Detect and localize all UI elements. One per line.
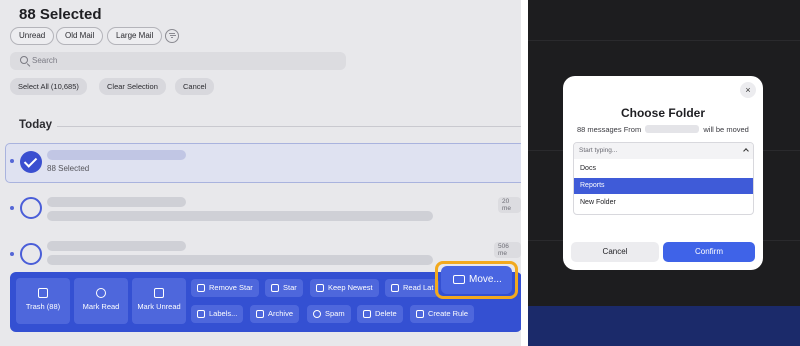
remove-star-button[interactable]: Remove Star (191, 279, 259, 297)
delete-label: Delete (375, 309, 397, 318)
star-label: Star (283, 283, 297, 292)
mark-unread-button[interactable]: Mark Unread (132, 278, 186, 324)
checked-checkbox-icon[interactable] (20, 151, 42, 173)
unread-dot (10, 252, 14, 256)
filter-old-mail[interactable]: Old Mail (56, 27, 104, 45)
clear-selection-button[interactable]: Clear Selection (99, 78, 166, 95)
envelope-icon (154, 288, 164, 298)
tag-icon (197, 310, 205, 318)
section-divider (57, 126, 521, 127)
bookmark-icon (391, 284, 399, 292)
folder-option-docs[interactable]: Docs (574, 161, 753, 177)
background-action-bar (528, 306, 800, 346)
background-divider (528, 40, 800, 41)
filter-large-mail[interactable]: Large Mail (107, 27, 163, 45)
message-count-badge: 20 me (498, 197, 521, 213)
selected-group-row[interactable] (5, 143, 521, 183)
envelope-open-icon (96, 288, 106, 298)
archive-button[interactable]: Archive (250, 305, 300, 323)
filter-unread[interactable]: Unread (10, 27, 55, 45)
page-title: 88 Selected (19, 6, 102, 23)
dialog-subtitle: 88 messages From will be moved (577, 125, 749, 134)
dimmed-background: × Choose Folder 88 messages From will be… (528, 0, 800, 346)
spam-label: Spam (325, 309, 345, 318)
keep-newest-button[interactable]: Keep Newest (310, 279, 379, 297)
sender-name-redacted (47, 150, 186, 160)
sender-redacted (645, 125, 700, 133)
labels-button[interactable]: Labels... (191, 305, 244, 323)
archive-icon (256, 310, 264, 318)
chevron-up-icon[interactable] (743, 148, 749, 154)
subject-redacted (47, 255, 433, 265)
star-button[interactable]: Star (265, 279, 303, 297)
close-icon[interactable]: × (740, 82, 756, 98)
spam-button[interactable]: Spam (307, 305, 351, 323)
checkbox-icon[interactable] (20, 243, 42, 265)
sender-name-redacted (47, 197, 186, 207)
mark-read-label: Mark Read (82, 302, 120, 311)
subject-redacted (47, 211, 433, 221)
search-icon (20, 56, 28, 64)
star-icon (271, 284, 279, 292)
panel-divider (521, 0, 528, 346)
delete-mail-icon (363, 310, 371, 318)
folder-option-new-folder[interactable]: New Folder (574, 195, 753, 211)
cancel-button[interactable]: Cancel (571, 242, 659, 262)
move-button[interactable]: Move... (441, 266, 512, 294)
keep-newest-label: Keep Newest (328, 283, 373, 292)
subtitle-prefix: 88 messages From (577, 125, 642, 134)
checkbox-icon[interactable] (20, 197, 42, 219)
choose-folder-dialog: × Choose Folder 88 messages From will be… (563, 76, 763, 270)
keep-newest-icon (316, 284, 324, 292)
filter-options-icon[interactable] (165, 29, 179, 43)
mark-read-button[interactable]: Mark Read (74, 278, 128, 324)
trash-button[interactable]: Trash (88) (16, 278, 70, 324)
labels-label: Labels... (209, 309, 238, 318)
section-heading-today: Today (19, 119, 53, 131)
trash-label: Trash (88) (25, 302, 61, 311)
create-rule-button[interactable]: Create Rule (410, 305, 475, 323)
confirm-button[interactable]: Confirm (663, 242, 755, 262)
delete-button[interactable]: Delete (357, 305, 403, 323)
folder-search-placeholder: Start typing... (579, 147, 618, 154)
spam-icon (313, 310, 321, 318)
unread-dot (10, 159, 14, 163)
read-later-label: Read Lat (403, 283, 434, 292)
rule-icon (416, 310, 424, 318)
folder-search-input[interactable]: Start typing... (574, 143, 753, 159)
trash-icon (38, 288, 48, 298)
sender-name-redacted (47, 241, 186, 251)
archive-label: Archive (268, 309, 294, 318)
search-placeholder: Search (32, 56, 58, 65)
folder-option-reports[interactable]: Reports (574, 178, 753, 194)
screenshot-root: 88 Selected Unread Old Mail Large Mail S… (0, 0, 800, 346)
subtitle-suffix: will be moved (703, 125, 749, 134)
mark-unread-label: Mark Unread (137, 302, 181, 311)
message-count-badge: 506 me (494, 242, 521, 258)
read-later-button[interactable]: Read Lat (385, 279, 440, 297)
cancel-selection-button[interactable]: Cancel (175, 78, 215, 95)
select-all-button[interactable]: Select All (10,685) (10, 78, 87, 95)
folder-dropdown[interactable]: Start typing... Docs Reports New Folder (573, 142, 754, 215)
search-input[interactable]: Search (10, 52, 346, 70)
remove-star-label: Remove Star (209, 283, 253, 292)
selected-count-label: 88 Selected (47, 164, 90, 173)
unread-dot (10, 206, 14, 210)
mail-bulk-panel: 88 Selected Unread Old Mail Large Mail S… (0, 0, 521, 346)
dialog-title: Choose Folder (620, 106, 705, 120)
move-label: Move... (469, 274, 502, 285)
folder-icon (453, 275, 465, 284)
create-rule-label: Create Rule (428, 309, 469, 318)
star-slash-icon (197, 284, 205, 292)
